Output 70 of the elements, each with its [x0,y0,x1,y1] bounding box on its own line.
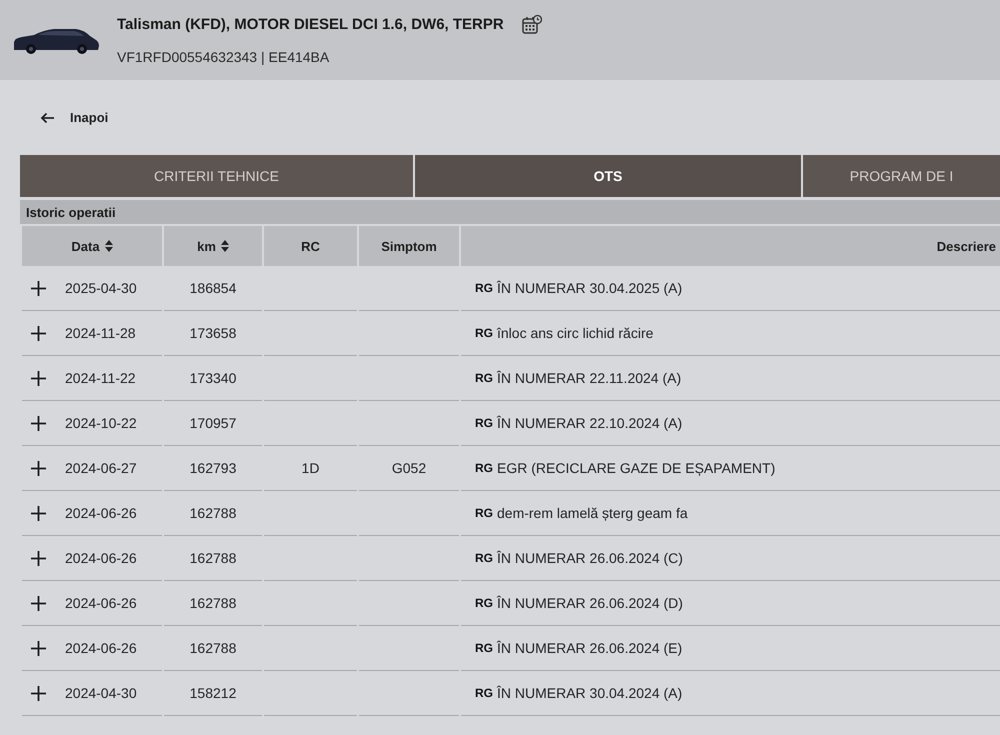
plus-icon[interactable] [30,280,47,296]
sort-icon[interactable] [104,240,113,252]
header-label: km [197,238,216,254]
vehicle-subtitle: VF1RFD00554632343 | EE414BA [117,48,330,66]
description-text: ÎN NUMERAR 22.11.2024 (A) [497,370,682,386]
km-text: 162788 [190,595,236,611]
rc-text: 1D [302,460,320,476]
km-text: 170957 [190,415,236,431]
date-text: 2025-04-30 [65,280,137,296]
km-text: 162788 [190,505,236,521]
header-label: Descriere [936,238,996,254]
header-label: Data [71,238,100,254]
code-label: RG [475,461,493,475]
header-label: RC [301,238,320,254]
code-label: RG [475,506,493,520]
tab[interactable]: PROGRAM DE I [803,155,1000,197]
date-text: 2024-10-22 [65,415,137,431]
km-text: 186854 [190,280,236,296]
date-text: 2024-04-30 [65,685,137,701]
sort-icon[interactable] [220,240,229,252]
date-text: 2024-11-22 [65,370,136,386]
calendar-clock-icon[interactable] [522,14,542,34]
vehicle-title: Talisman (KFD), MOTOR DIESEL DCI 1.6, DW6, TERPR [117,16,504,34]
description-text: ÎN NUMERAR 22.10.2024 (A) [497,415,682,431]
plus-icon[interactable] [30,324,47,342]
plus-icon[interactable] [30,550,47,566]
plus-icon[interactable] [30,504,47,522]
date-text: 2024-06-27 [65,460,137,476]
date-text: 2024-06-26 [65,550,137,566]
column-header[interactable]: Data [22,226,162,266]
km-text: 162788 [190,550,236,566]
km-text: 158212 [190,685,236,701]
description-text: dem-rem lamelă șterg geam fa [497,505,688,521]
description-text: ÎN NUMERAR 30.04.2025 (A) [497,280,682,296]
plus-icon[interactable] [30,460,47,476]
code-label: RG [475,596,493,610]
back-arrow-icon [40,112,55,124]
km-text: 173658 [190,325,236,341]
code-label: RG [475,686,493,700]
symptom-text: G052 [392,460,426,476]
plus-icon[interactable] [30,370,47,386]
date-text: 2024-06-26 [65,640,137,656]
code-label: RG [475,551,493,565]
description-text: EGR (RECICLARE GAZE DE EȘAPAMENT) [497,460,776,476]
plus-icon[interactable] [30,640,47,656]
date-text: 2024-06-26 [65,505,137,521]
description-text: ÎN NUMERAR 26.06.2024 (D) [497,595,683,611]
column-header[interactable]: km [164,226,262,266]
description-text: ÎN NUMERAR 26.06.2024 (C) [497,550,683,566]
description-text: ÎN NUMERAR 30.04.2024 (A) [497,685,682,701]
code-label: RG [475,641,493,655]
plus-icon[interactable] [30,594,47,612]
code-label: RG [475,281,493,295]
back-button[interactable]: Inapoi [36,106,112,129]
code-label: RG [475,416,493,430]
date-text: 2024-06-26 [65,595,137,611]
header-label: Simptom [381,238,437,254]
description-text: înloc ans circ lichid răcire [497,325,654,341]
plus-icon[interactable] [30,684,47,702]
tab[interactable]: CRITERII TEHNICE [20,155,413,197]
tab[interactable]: OTS [415,155,801,197]
plus-icon[interactable] [30,414,47,432]
km-text: 162793 [190,460,236,476]
km-text: 162788 [190,640,236,656]
code-label: RG [475,326,493,340]
date-text: 2024-11-28 [65,325,136,341]
description-text: ÎN NUMERAR 26.06.2024 (E) [497,640,682,656]
code-label: RG [475,371,493,385]
section-header: Istoric operatii [20,200,1000,224]
km-text: 173340 [190,370,236,386]
